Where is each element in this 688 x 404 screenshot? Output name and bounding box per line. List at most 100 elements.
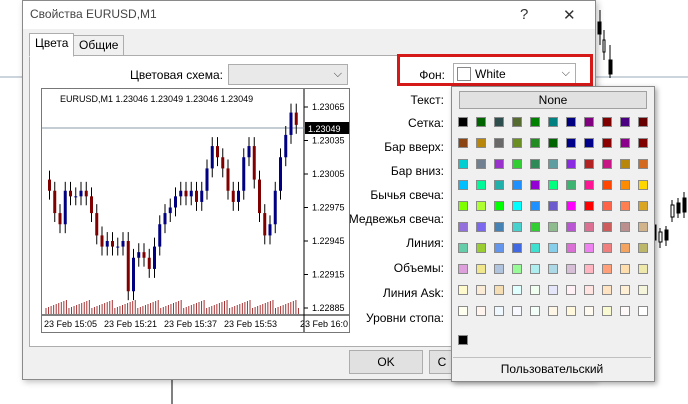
color-swatch[interactable]: [638, 159, 648, 169]
tab-common[interactable]: Общие: [73, 35, 125, 56]
color-swatch[interactable]: [584, 285, 594, 295]
color-swatch[interactable]: [620, 138, 630, 148]
color-swatch[interactable]: [458, 264, 468, 274]
color-swatch[interactable]: [494, 306, 504, 316]
color-swatch[interactable]: [638, 222, 648, 232]
color-swatch[interactable]: [494, 180, 504, 190]
color-swatch[interactable]: [512, 306, 522, 316]
color-swatch[interactable]: [458, 222, 468, 232]
color-swatch[interactable]: [638, 285, 648, 295]
color-swatch[interactable]: [566, 306, 576, 316]
color-swatch[interactable]: [602, 138, 612, 148]
color-swatch[interactable]: [512, 180, 522, 190]
color-swatch[interactable]: [566, 264, 576, 274]
color-swatch[interactable]: [458, 201, 468, 211]
color-swatch[interactable]: [512, 159, 522, 169]
color-swatch[interactable]: [458, 285, 468, 295]
none-color-button[interactable]: None: [459, 91, 647, 109]
color-swatch[interactable]: [476, 243, 486, 253]
color-swatch[interactable]: [584, 180, 594, 190]
color-swatch[interactable]: [476, 222, 486, 232]
color-swatch[interactable]: [548, 138, 558, 148]
color-swatch[interactable]: [494, 243, 504, 253]
color-swatch[interactable]: [602, 201, 612, 211]
color-swatch[interactable]: [548, 117, 558, 127]
color-swatch[interactable]: [638, 306, 648, 316]
color-swatch[interactable]: [584, 243, 594, 253]
color-swatch[interactable]: [602, 306, 612, 316]
color-swatch[interactable]: [476, 180, 486, 190]
color-swatch[interactable]: [458, 180, 468, 190]
color-swatch[interactable]: [548, 180, 558, 190]
color-swatch[interactable]: [548, 159, 558, 169]
color-swatch[interactable]: [566, 243, 576, 253]
color-swatch[interactable]: [530, 201, 540, 211]
color-swatch[interactable]: [512, 201, 522, 211]
color-swatch[interactable]: [548, 222, 558, 232]
color-swatch[interactable]: [476, 159, 486, 169]
color-swatch[interactable]: [602, 222, 612, 232]
color-swatch[interactable]: [458, 117, 468, 127]
color-swatch[interactable]: [476, 306, 486, 316]
color-swatch[interactable]: [476, 117, 486, 127]
color-swatch[interactable]: [566, 285, 576, 295]
color-swatch[interactable]: [512, 138, 522, 148]
color-swatch[interactable]: [566, 138, 576, 148]
color-swatch[interactable]: [476, 285, 486, 295]
color-swatch[interactable]: [584, 201, 594, 211]
color-swatch[interactable]: [584, 222, 594, 232]
color-swatch[interactable]: [494, 117, 504, 127]
color-swatch[interactable]: [566, 159, 576, 169]
color-swatch[interactable]: [530, 222, 540, 232]
color-swatch[interactable]: [512, 117, 522, 127]
color-swatch[interactable]: [566, 117, 576, 127]
color-swatch[interactable]: [530, 159, 540, 169]
ok-button[interactable]: OK: [349, 350, 423, 374]
color-swatch[interactable]: [602, 159, 612, 169]
color-swatch[interactable]: [494, 264, 504, 274]
color-swatch[interactable]: [512, 264, 522, 274]
color-swatch[interactable]: [620, 264, 630, 274]
color-swatch[interactable]: [476, 201, 486, 211]
color-swatch[interactable]: [458, 243, 468, 253]
color-swatch[interactable]: [548, 201, 558, 211]
color-swatch[interactable]: [530, 180, 540, 190]
color-swatch[interactable]: [494, 159, 504, 169]
color-swatch[interactable]: [548, 243, 558, 253]
color-swatch[interactable]: [602, 243, 612, 253]
color-swatch[interactable]: [512, 243, 522, 253]
color-swatch[interactable]: [638, 264, 648, 274]
color-swatch[interactable]: [620, 285, 630, 295]
color-swatch[interactable]: [530, 264, 540, 274]
color-scheme-select[interactable]: ⌵: [228, 64, 348, 85]
color-swatch[interactable]: [476, 138, 486, 148]
color-swatch[interactable]: [638, 138, 648, 148]
color-swatch[interactable]: [602, 285, 612, 295]
close-button[interactable]: ✕: [563, 6, 576, 24]
color-swatch[interactable]: [584, 159, 594, 169]
color-swatch[interactable]: [638, 117, 648, 127]
color-swatch[interactable]: [584, 264, 594, 274]
color-swatch[interactable]: [584, 117, 594, 127]
color-swatch[interactable]: [548, 264, 558, 274]
color-swatch[interactable]: [584, 138, 594, 148]
color-swatch[interactable]: [620, 243, 630, 253]
color-swatch[interactable]: [602, 117, 612, 127]
color-swatch[interactable]: [620, 222, 630, 232]
color-swatch[interactable]: [458, 159, 468, 169]
color-swatch[interactable]: [458, 335, 468, 345]
color-swatch[interactable]: [566, 201, 576, 211]
tab-colors[interactable]: Цвета: [29, 33, 75, 57]
color-swatch[interactable]: [494, 222, 504, 232]
color-swatch[interactable]: [530, 306, 540, 316]
color-swatch[interactable]: [620, 117, 630, 127]
color-swatch[interactable]: [530, 285, 540, 295]
color-swatch[interactable]: [548, 306, 558, 316]
color-swatch[interactable]: [620, 201, 630, 211]
color-swatch[interactable]: [602, 180, 612, 190]
color-swatch[interactable]: [458, 306, 468, 316]
help-button[interactable]: ?: [520, 6, 528, 23]
color-swatch[interactable]: [638, 180, 648, 190]
color-swatch[interactable]: [548, 285, 558, 295]
color-swatch[interactable]: [494, 201, 504, 211]
